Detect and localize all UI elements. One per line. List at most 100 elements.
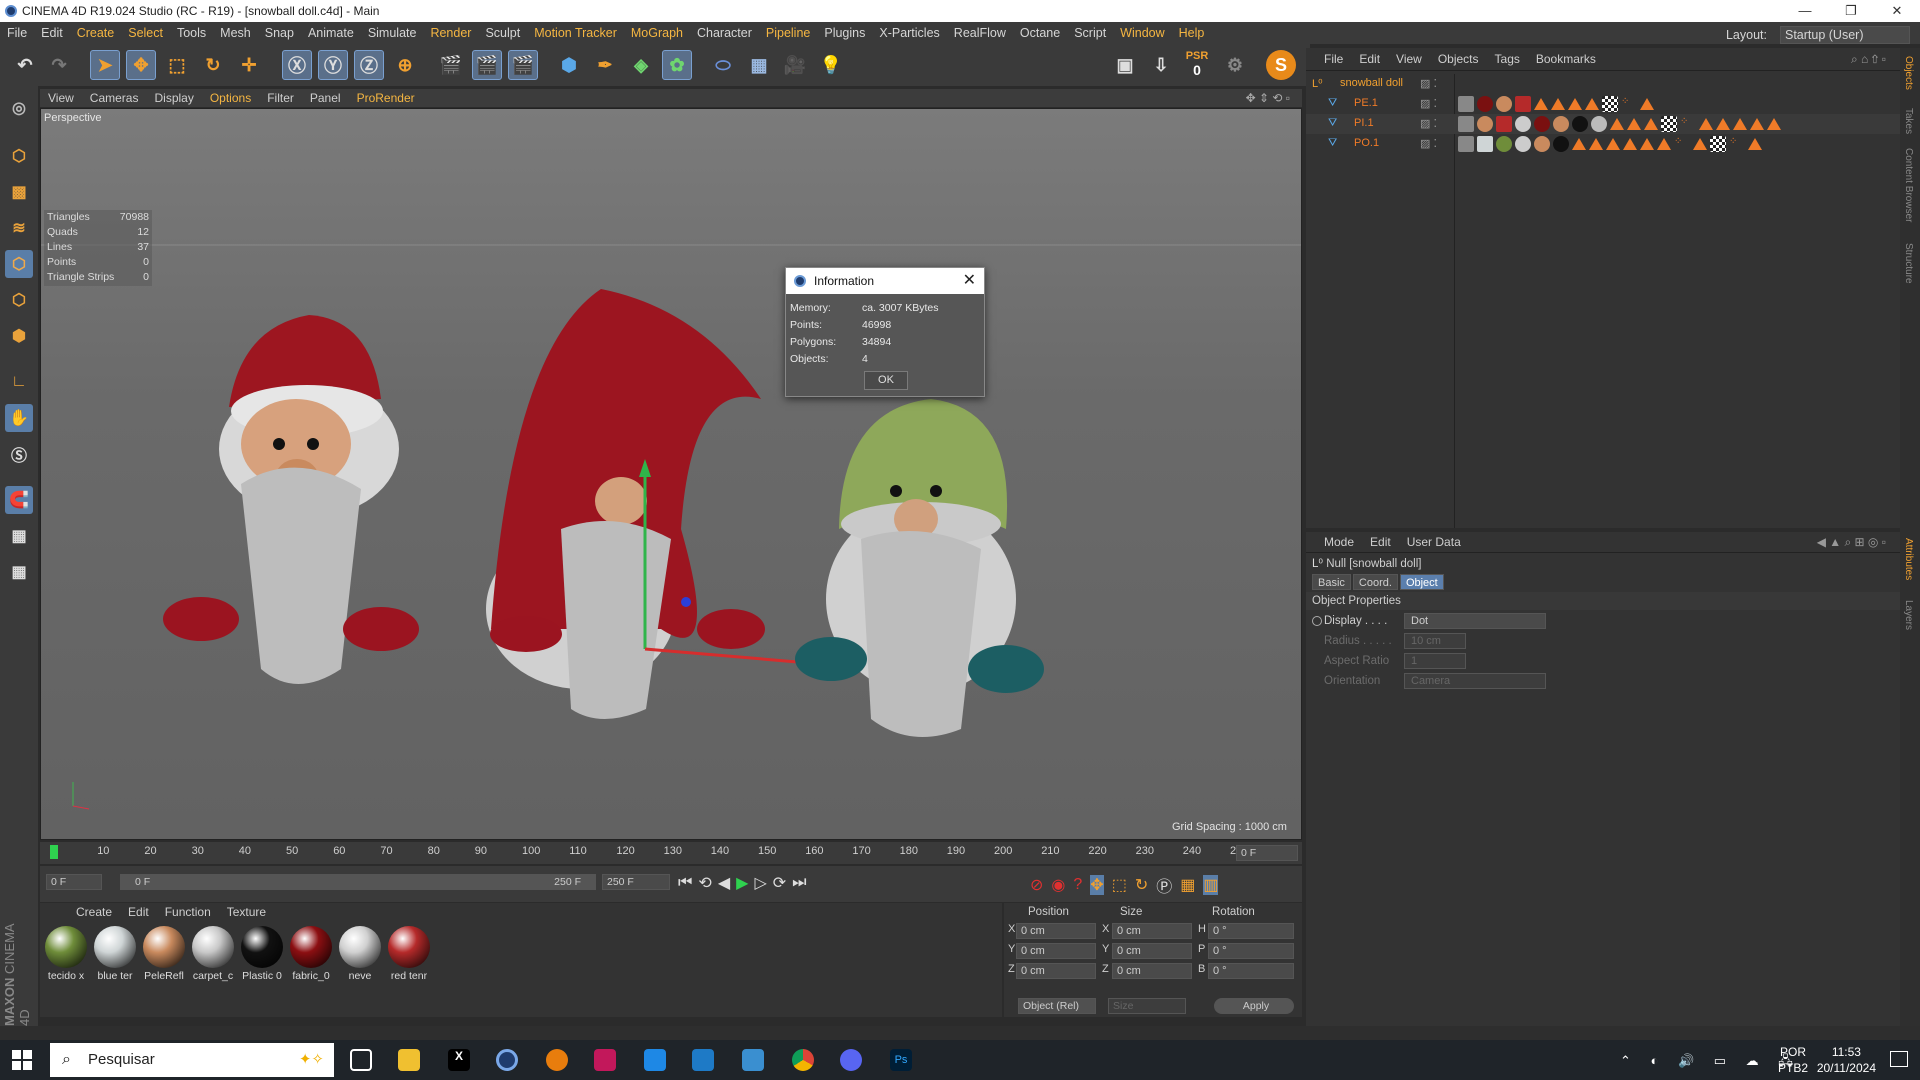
render-picture-viewer-icon[interactable]: 🎬: [472, 50, 502, 80]
mat-menu-edit[interactable]: Edit: [120, 903, 157, 921]
selection-tag-icon[interactable]: [1748, 138, 1762, 150]
timeline-ruler[interactable]: 0102030405060708090100110120130140150160…: [40, 842, 1302, 864]
obj-menu-objects[interactable]: Objects: [1430, 48, 1487, 70]
gnome-right[interactable]: [795, 399, 1044, 737]
menu-mesh[interactable]: Mesh: [213, 22, 258, 44]
menu-tools[interactable]: Tools: [170, 22, 213, 44]
file-explorer-icon[interactable]: [398, 1049, 420, 1071]
material-swatch[interactable]: Plastic 0: [240, 926, 284, 982]
redo-icon[interactable]: ↷: [44, 50, 74, 80]
menu-simulate[interactable]: Simulate: [361, 22, 424, 44]
visibility-toggle-icon[interactable]: ▨ ⁚: [1420, 117, 1437, 130]
points-mode-icon[interactable]: ⬡: [5, 250, 33, 278]
position-field[interactable]: 0 cm: [1016, 943, 1096, 959]
lock-workplane-icon[interactable]: ▦: [5, 558, 33, 586]
b-app-icon[interactable]: [644, 1049, 666, 1071]
orientation-dropdown[interactable]: Camera: [1404, 673, 1546, 689]
object-name[interactable]: snowball doll: [1340, 77, 1403, 89]
menu-plugins[interactable]: Plugins: [817, 22, 872, 44]
selection-tag-icon[interactable]: [1534, 98, 1548, 110]
rotation-field[interactable]: 0 °: [1208, 943, 1294, 959]
menu-select[interactable]: Select: [121, 22, 170, 44]
selection-tag-icon[interactable]: [1589, 138, 1603, 150]
object-name[interactable]: PE.1: [1354, 97, 1378, 109]
heart-app-icon[interactable]: [594, 1049, 616, 1071]
prev-frame-icon[interactable]: ◀: [718, 873, 730, 893]
obj-menu-tags[interactable]: Tags: [1487, 48, 1528, 70]
selection-tag-icon[interactable]: [1623, 138, 1637, 150]
attr-menu-edit[interactable]: Edit: [1362, 532, 1399, 552]
mat-menu-create[interactable]: Create: [68, 903, 120, 921]
record-key-icon[interactable]: ⊘: [1030, 875, 1043, 895]
menu-sculpt[interactable]: Sculpt: [478, 22, 527, 44]
material-tag-icon[interactable]: [1477, 136, 1493, 152]
object-name[interactable]: PO.1: [1354, 137, 1379, 149]
uvw-tag-icon[interactable]: [1661, 116, 1677, 132]
camera-icon[interactable]: 🎥: [780, 50, 810, 80]
dialog-ok-button[interactable]: OK: [864, 371, 908, 390]
vp-menu-cameras[interactable]: Cameras: [82, 89, 147, 107]
tab-layers-vertical[interactable]: Layers: [1903, 600, 1914, 630]
selection-tag-icon[interactable]: [1644, 118, 1658, 130]
aspect-ratio-field[interactable]: 1: [1404, 653, 1466, 669]
menu-octane[interactable]: Octane: [1013, 22, 1067, 44]
taskbar-search-input[interactable]: ⌕ Pesquisar ✦✧: [50, 1043, 334, 1077]
rotation-field[interactable]: 0 °: [1208, 963, 1294, 979]
cloner-icon[interactable]: ✿: [662, 50, 692, 80]
timeline-window-icon[interactable]: ▥: [1203, 875, 1219, 895]
attribute-nav-icons[interactable]: ◀ ▲ ⌕ ⊞ ◎ ▫: [1809, 532, 1894, 552]
move-tool-icon[interactable]: ✥: [126, 50, 156, 80]
attr-menu-user-data[interactable]: User Data: [1399, 532, 1469, 552]
selection-tag-icon[interactable]: [1606, 138, 1620, 150]
menu-realflow[interactable]: RealFlow: [947, 22, 1013, 44]
tab-coord[interactable]: Coord.: [1352, 574, 1398, 590]
coordinate-system-icon[interactable]: ⊕: [390, 50, 420, 80]
uvw-tag-icon[interactable]: [1710, 136, 1726, 152]
vp-menu-panel[interactable]: Panel: [302, 89, 349, 107]
vp-menu-prorender[interactable]: ProRender: [349, 89, 423, 107]
light-icon[interactable]: 💡: [816, 50, 846, 80]
material-tag-icon[interactable]: [1534, 116, 1550, 132]
selection-tag-icon[interactable]: [1572, 138, 1586, 150]
plugin-s-icon[interactable]: S: [1266, 50, 1296, 80]
goto-start-icon[interactable]: ⏮: [678, 874, 692, 892]
menu-motion-tracker[interactable]: Motion Tracker: [527, 22, 624, 44]
position-field[interactable]: 0 cm: [1016, 963, 1096, 979]
menu-snap[interactable]: Snap: [258, 22, 301, 44]
tab-content-browser-vertical[interactable]: Content Browser: [1903, 148, 1914, 222]
live-selection-icon[interactable]: ➤: [90, 50, 120, 80]
next-key-icon[interactable]: ⟳: [773, 873, 786, 893]
tab-structure-vertical[interactable]: Structure: [1903, 243, 1914, 284]
visibility-toggle-icon[interactable]: ▨ ⁚: [1420, 97, 1437, 110]
vscode-icon[interactable]: [692, 1049, 714, 1071]
selection-tag-icon[interactable]: [1568, 98, 1582, 110]
dialog-close-icon[interactable]: ✕: [963, 268, 976, 294]
vp-menu-filter[interactable]: Filter: [259, 89, 302, 107]
autokey-icon[interactable]: ◉: [1051, 875, 1065, 895]
material-tag-icon[interactable]: [1534, 136, 1550, 152]
selection-tag-icon[interactable]: [1657, 138, 1671, 150]
tab-attributes-vertical[interactable]: Attributes: [1903, 538, 1914, 580]
layout-dropdown[interactable]: Startup (User): [1780, 26, 1910, 44]
selection-tag-icon[interactable]: [1716, 118, 1730, 130]
tray-icons[interactable]: ⌃ ◐ 🔊 ▭ ☁ 🖧: [1620, 1052, 1801, 1074]
task-view-icon[interactable]: [350, 1049, 372, 1071]
obj-menu-bookmarks[interactable]: Bookmarks: [1528, 48, 1604, 70]
rotate-tool-icon[interactable]: ↻: [198, 50, 228, 80]
animate-param-icon[interactable]: [1312, 616, 1322, 626]
menu-window[interactable]: Window: [1113, 22, 1171, 44]
object-search-icons[interactable]: ⌕ ⌂ ⇧ ▫: [1843, 48, 1894, 70]
play-icon[interactable]: ▶: [736, 873, 748, 893]
solo-mode-icon[interactable]: Ⓢ: [5, 440, 33, 468]
save-icon[interactable]: ⇩: [1146, 50, 1176, 80]
selection-tag-icon[interactable]: [1699, 118, 1713, 130]
apply-button[interactable]: Apply: [1214, 998, 1294, 1014]
material-tag-icon[interactable]: [1572, 116, 1588, 132]
menu-script[interactable]: Script: [1067, 22, 1113, 44]
cinema4d-taskbar-icon[interactable]: [496, 1049, 518, 1071]
material-swatch[interactable]: carpet_c: [191, 926, 235, 982]
menu-mograph[interactable]: MoGraph: [624, 22, 690, 44]
vp-menu-options[interactable]: Options: [202, 89, 259, 107]
x-axis-lock-icon[interactable]: Ⓧ: [282, 50, 312, 80]
edges-mode-icon[interactable]: ⬡: [5, 286, 33, 314]
